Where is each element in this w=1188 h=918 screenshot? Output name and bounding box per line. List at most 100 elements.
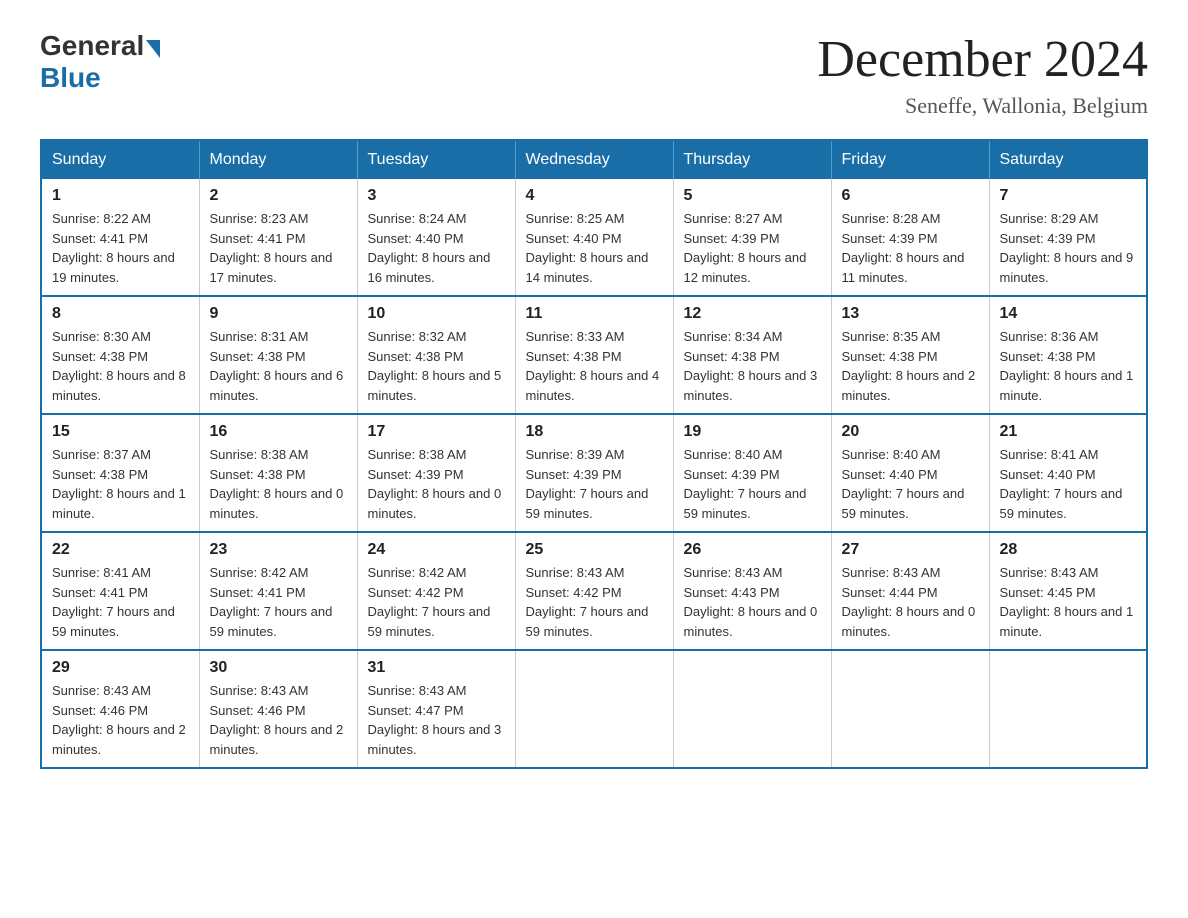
header-saturday: Saturday xyxy=(989,140,1147,179)
day-number: 16 xyxy=(210,423,347,441)
table-row: 8 Sunrise: 8:30 AM Sunset: 4:38 PM Dayli… xyxy=(41,296,199,414)
table-row: 16 Sunrise: 8:38 AM Sunset: 4:38 PM Dayl… xyxy=(199,414,357,532)
table-row: 19 Sunrise: 8:40 AM Sunset: 4:39 PM Dayl… xyxy=(673,414,831,532)
logo-blue-text: Blue xyxy=(40,62,160,94)
day-info: Sunrise: 8:38 AM Sunset: 4:38 PM Dayligh… xyxy=(210,445,347,523)
day-info: Sunrise: 8:33 AM Sunset: 4:38 PM Dayligh… xyxy=(526,327,663,405)
day-number: 14 xyxy=(1000,305,1137,323)
day-number: 5 xyxy=(684,187,821,205)
day-number: 28 xyxy=(1000,541,1137,559)
day-number: 11 xyxy=(526,305,663,323)
day-number: 30 xyxy=(210,659,347,677)
day-number: 8 xyxy=(52,305,189,323)
day-info: Sunrise: 8:43 AM Sunset: 4:46 PM Dayligh… xyxy=(52,681,189,759)
day-info: Sunrise: 8:31 AM Sunset: 4:38 PM Dayligh… xyxy=(210,327,347,405)
table-row: 20 Sunrise: 8:40 AM Sunset: 4:40 PM Dayl… xyxy=(831,414,989,532)
location-subtitle: Seneffe, Wallonia, Belgium xyxy=(817,93,1148,119)
table-row: 13 Sunrise: 8:35 AM Sunset: 4:38 PM Dayl… xyxy=(831,296,989,414)
logo-general-text: General xyxy=(40,30,144,62)
day-info: Sunrise: 8:43 AM Sunset: 4:44 PM Dayligh… xyxy=(842,563,979,641)
table-row xyxy=(989,650,1147,768)
day-number: 31 xyxy=(368,659,505,677)
table-row xyxy=(515,650,673,768)
calendar-week-4: 22 Sunrise: 8:41 AM Sunset: 4:41 PM Dayl… xyxy=(41,532,1147,650)
table-row: 26 Sunrise: 8:43 AM Sunset: 4:43 PM Dayl… xyxy=(673,532,831,650)
day-info: Sunrise: 8:25 AM Sunset: 4:40 PM Dayligh… xyxy=(526,209,663,287)
day-info: Sunrise: 8:30 AM Sunset: 4:38 PM Dayligh… xyxy=(52,327,189,405)
day-info: Sunrise: 8:27 AM Sunset: 4:39 PM Dayligh… xyxy=(684,209,821,287)
table-row: 7 Sunrise: 8:29 AM Sunset: 4:39 PM Dayli… xyxy=(989,179,1147,296)
day-info: Sunrise: 8:39 AM Sunset: 4:39 PM Dayligh… xyxy=(526,445,663,523)
table-row: 1 Sunrise: 8:22 AM Sunset: 4:41 PM Dayli… xyxy=(41,179,199,296)
table-row: 10 Sunrise: 8:32 AM Sunset: 4:38 PM Dayl… xyxy=(357,296,515,414)
table-row: 28 Sunrise: 8:43 AM Sunset: 4:45 PM Dayl… xyxy=(989,532,1147,650)
table-row: 30 Sunrise: 8:43 AM Sunset: 4:46 PM Dayl… xyxy=(199,650,357,768)
table-row: 2 Sunrise: 8:23 AM Sunset: 4:41 PM Dayli… xyxy=(199,179,357,296)
table-row: 18 Sunrise: 8:39 AM Sunset: 4:39 PM Dayl… xyxy=(515,414,673,532)
day-number: 24 xyxy=(368,541,505,559)
day-number: 19 xyxy=(684,423,821,441)
day-number: 15 xyxy=(52,423,189,441)
table-row: 3 Sunrise: 8:24 AM Sunset: 4:40 PM Dayli… xyxy=(357,179,515,296)
day-number: 29 xyxy=(52,659,189,677)
day-info: Sunrise: 8:22 AM Sunset: 4:41 PM Dayligh… xyxy=(52,209,189,287)
day-number: 27 xyxy=(842,541,979,559)
calendar-week-1: 1 Sunrise: 8:22 AM Sunset: 4:41 PM Dayli… xyxy=(41,179,1147,296)
day-info: Sunrise: 8:41 AM Sunset: 4:41 PM Dayligh… xyxy=(52,563,189,641)
month-year-title: December 2024 xyxy=(817,30,1148,89)
table-row: 9 Sunrise: 8:31 AM Sunset: 4:38 PM Dayli… xyxy=(199,296,357,414)
table-row xyxy=(831,650,989,768)
day-info: Sunrise: 8:24 AM Sunset: 4:40 PM Dayligh… xyxy=(368,209,505,287)
table-row xyxy=(673,650,831,768)
day-info: Sunrise: 8:34 AM Sunset: 4:38 PM Dayligh… xyxy=(684,327,821,405)
header-wednesday: Wednesday xyxy=(515,140,673,179)
day-info: Sunrise: 8:41 AM Sunset: 4:40 PM Dayligh… xyxy=(1000,445,1137,523)
table-row: 27 Sunrise: 8:43 AM Sunset: 4:44 PM Dayl… xyxy=(831,532,989,650)
table-row: 24 Sunrise: 8:42 AM Sunset: 4:42 PM Dayl… xyxy=(357,532,515,650)
day-info: Sunrise: 8:42 AM Sunset: 4:41 PM Dayligh… xyxy=(210,563,347,641)
day-number: 2 xyxy=(210,187,347,205)
logo: General Blue xyxy=(40,30,160,94)
day-info: Sunrise: 8:43 AM Sunset: 4:42 PM Dayligh… xyxy=(526,563,663,641)
table-row: 25 Sunrise: 8:43 AM Sunset: 4:42 PM Dayl… xyxy=(515,532,673,650)
table-row: 6 Sunrise: 8:28 AM Sunset: 4:39 PM Dayli… xyxy=(831,179,989,296)
day-number: 12 xyxy=(684,305,821,323)
day-info: Sunrise: 8:32 AM Sunset: 4:38 PM Dayligh… xyxy=(368,327,505,405)
header-monday: Monday xyxy=(199,140,357,179)
day-info: Sunrise: 8:43 AM Sunset: 4:45 PM Dayligh… xyxy=(1000,563,1137,641)
day-info: Sunrise: 8:43 AM Sunset: 4:47 PM Dayligh… xyxy=(368,681,505,759)
calendar-week-5: 29 Sunrise: 8:43 AM Sunset: 4:46 PM Dayl… xyxy=(41,650,1147,768)
day-number: 13 xyxy=(842,305,979,323)
table-row: 29 Sunrise: 8:43 AM Sunset: 4:46 PM Dayl… xyxy=(41,650,199,768)
day-info: Sunrise: 8:40 AM Sunset: 4:40 PM Dayligh… xyxy=(842,445,979,523)
table-row: 23 Sunrise: 8:42 AM Sunset: 4:41 PM Dayl… xyxy=(199,532,357,650)
day-info: Sunrise: 8:28 AM Sunset: 4:39 PM Dayligh… xyxy=(842,209,979,287)
calendar-week-3: 15 Sunrise: 8:37 AM Sunset: 4:38 PM Dayl… xyxy=(41,414,1147,532)
day-number: 17 xyxy=(368,423,505,441)
table-row: 22 Sunrise: 8:41 AM Sunset: 4:41 PM Dayl… xyxy=(41,532,199,650)
day-info: Sunrise: 8:43 AM Sunset: 4:43 PM Dayligh… xyxy=(684,563,821,641)
day-number: 1 xyxy=(52,187,189,205)
day-info: Sunrise: 8:43 AM Sunset: 4:46 PM Dayligh… xyxy=(210,681,347,759)
header-friday: Friday xyxy=(831,140,989,179)
day-info: Sunrise: 8:42 AM Sunset: 4:42 PM Dayligh… xyxy=(368,563,505,641)
day-info: Sunrise: 8:36 AM Sunset: 4:38 PM Dayligh… xyxy=(1000,327,1137,405)
table-row: 31 Sunrise: 8:43 AM Sunset: 4:47 PM Dayl… xyxy=(357,650,515,768)
day-number: 4 xyxy=(526,187,663,205)
page-header: General Blue December 2024 Seneffe, Wall… xyxy=(40,30,1148,119)
day-number: 23 xyxy=(210,541,347,559)
header-thursday: Thursday xyxy=(673,140,831,179)
table-row: 15 Sunrise: 8:37 AM Sunset: 4:38 PM Dayl… xyxy=(41,414,199,532)
table-row: 11 Sunrise: 8:33 AM Sunset: 4:38 PM Dayl… xyxy=(515,296,673,414)
table-row: 4 Sunrise: 8:25 AM Sunset: 4:40 PM Dayli… xyxy=(515,179,673,296)
day-info: Sunrise: 8:29 AM Sunset: 4:39 PM Dayligh… xyxy=(1000,209,1137,287)
header-sunday: Sunday xyxy=(41,140,199,179)
day-number: 7 xyxy=(1000,187,1137,205)
day-info: Sunrise: 8:23 AM Sunset: 4:41 PM Dayligh… xyxy=(210,209,347,287)
day-number: 18 xyxy=(526,423,663,441)
day-info: Sunrise: 8:37 AM Sunset: 4:38 PM Dayligh… xyxy=(52,445,189,523)
day-number: 10 xyxy=(368,305,505,323)
day-number: 22 xyxy=(52,541,189,559)
calendar-table: SundayMondayTuesdayWednesdayThursdayFrid… xyxy=(40,139,1148,769)
day-info: Sunrise: 8:40 AM Sunset: 4:39 PM Dayligh… xyxy=(684,445,821,523)
